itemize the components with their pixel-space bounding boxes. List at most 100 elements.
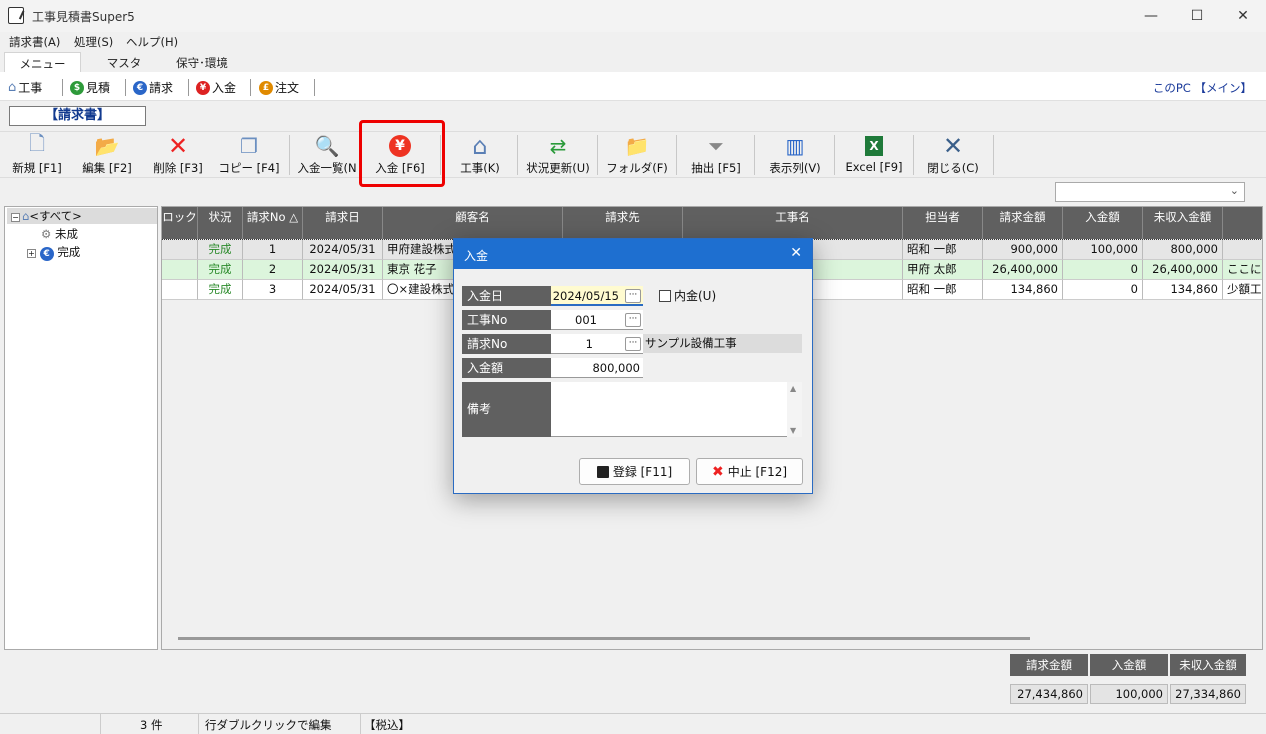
tab-master[interactable]: マスタ — [88, 52, 160, 72]
delete-x-icon: ✕ — [167, 132, 189, 160]
total-value: 100,000 — [1090, 684, 1168, 704]
menu-process[interactable]: 処理(S) — [74, 34, 113, 50]
tab-menu[interactable]: メニュー — [4, 52, 81, 72]
scroll-down-icon[interactable]: ▼ — [790, 426, 796, 435]
extract-button[interactable]: ⏷ 抽出 [F5] — [686, 132, 746, 178]
column-header[interactable]: 未収入金額 — [1143, 207, 1223, 239]
button-label: フォルダ(F) — [606, 161, 668, 175]
register-button[interactable]: 登録 [F11] — [579, 458, 690, 485]
shortcut-bar: ⌂ 工事 $ 見積 € 請求 ¥ 入金 £ 注文 このPC 【メイン】 — [0, 72, 1266, 101]
chevron-down-icon: ⌄ — [1229, 184, 1239, 197]
memo-field[interactable] — [551, 382, 802, 437]
copy-button[interactable]: ❐ コピー [F4] — [216, 132, 282, 178]
collapse-icon[interactable]: − — [11, 213, 20, 222]
dialog-close-button[interactable]: ✕ — [790, 245, 802, 261]
tab-maintenance[interactable]: 保守･環境 — [166, 52, 238, 72]
table-cell: 2 — [243, 260, 303, 280]
table-cell: 3 — [243, 280, 303, 300]
maximize-button[interactable]: ☐ — [1174, 0, 1220, 32]
table-cell: 0 — [1063, 280, 1143, 300]
table-cell — [1223, 240, 1262, 260]
dialog-title: 入金 — [464, 249, 489, 263]
shortcut-seikyu[interactable]: € 請求 — [133, 79, 173, 96]
grid-header: ロック 状況 請求No △ 請求日 顧客名 請求先 工事名 担当者 請求金額 入金額 未収入金額 — [162, 207, 1262, 239]
table-cell: 昭和 一郎 — [903, 280, 983, 300]
total-header: 請求金額 — [1010, 654, 1088, 676]
cancel-button[interactable]: ✖ 中止 [F12] — [696, 458, 803, 485]
inner-payment-checkbox[interactable]: 内金(U) — [659, 287, 716, 304]
funnel-icon: ⏷ — [708, 134, 724, 158]
delete-button[interactable]: ✕ 削除 [F3] — [148, 132, 208, 178]
column-header[interactable] — [1223, 207, 1262, 239]
menu-invoice[interactable]: 請求書(A) — [9, 34, 60, 50]
table-cell — [162, 240, 198, 260]
filter-combo[interactable]: ⌄ — [1055, 182, 1245, 202]
button-label: 閉じる(C) — [927, 161, 979, 175]
payment-list-button[interactable]: 🔍 入金一覧(N — [294, 132, 360, 178]
table-cell: 800,000 — [1143, 240, 1223, 260]
button-label: 工事(K) — [460, 161, 500, 175]
column-header[interactable]: 担当者 — [903, 207, 983, 239]
pound-icon: £ — [259, 80, 273, 95]
tree-item-kansei[interactable]: + € 完成 — [27, 244, 80, 261]
ribbon-tabs: メニュー マスタ 保守･環境 — [0, 50, 1266, 72]
column-header[interactable]: 顧客名 — [383, 207, 563, 239]
close-button[interactable]: ✕ 閉じる(C) — [922, 132, 984, 178]
dialog-titlebar: 入金 ✕ — [454, 239, 812, 269]
column-header[interactable]: 請求No △ — [243, 207, 303, 239]
yen-icon: ¥ — [196, 80, 210, 95]
date-picker-button[interactable]: ··· — [625, 289, 641, 303]
column-header[interactable]: 工事名 — [683, 207, 903, 239]
kouji-button[interactable]: ⌂ 工事(K) — [452, 132, 508, 178]
tree-item-label: 未成 — [54, 227, 78, 241]
shortcut-chumon[interactable]: £ 注文 — [259, 79, 299, 96]
table-cell: 甲府 太郎 — [903, 260, 983, 280]
seikyu-no-label: 請求No — [462, 334, 551, 354]
button-label: 編集 [F2] — [82, 161, 132, 175]
amount-field[interactable]: 800,000 — [551, 358, 643, 378]
totals-panel: 請求金額 入金額 未収入金額 27,434,860 100,000 27,334… — [1010, 654, 1246, 704]
new-button[interactable]: 🗋 新規 [F1] — [8, 131, 66, 178]
table-cell: 完成 — [198, 260, 243, 280]
column-header[interactable]: 請求金額 — [983, 207, 1063, 239]
kouji-picker-button[interactable]: ··· — [625, 313, 641, 327]
column-header[interactable]: 請求先 — [563, 207, 683, 239]
column-header[interactable]: 入金額 — [1063, 207, 1143, 239]
date-label: 入金日 — [462, 286, 551, 306]
folder-button[interactable]: 📁 フォルダ(F) — [604, 132, 670, 178]
button-label: 削除 [F3] — [153, 161, 203, 175]
shortcut-kouji[interactable]: ⌂ 工事 — [8, 79, 42, 96]
status-update-button[interactable]: ⇄ 状況更新(U) — [524, 132, 592, 178]
title-bar: 工事見積書Super5 — ☐ ✕ — [0, 0, 1266, 32]
dollar-icon: $ — [70, 80, 84, 95]
tree-root[interactable]: − ⌂<すべて> — [7, 208, 157, 224]
column-header[interactable]: 状況 — [198, 207, 243, 239]
table-cell: 2024/05/31 — [303, 280, 383, 300]
excel-button[interactable]: X Excel [F9] — [842, 132, 906, 178]
euro-icon: € — [39, 247, 54, 261]
button-label: 入金一覧(N — [297, 161, 357, 175]
highlight-box — [359, 120, 445, 187]
kouji-no-label: 工事No — [462, 310, 551, 330]
horizontal-scrollbar[interactable] — [178, 637, 1030, 640]
table-cell: 完成 — [198, 240, 243, 260]
memo-scrollbar[interactable]: ▲ ▼ — [787, 382, 802, 437]
house-icon: ⌂ — [8, 80, 17, 95]
shortcut-mitsumori[interactable]: $ 見積 — [70, 79, 110, 96]
shortcut-nyukin[interactable]: ¥ 入金 — [196, 79, 236, 96]
tree-item-mikansei[interactable]: ⚙ 未成 — [41, 226, 78, 242]
seikyu-picker-button[interactable]: ··· — [625, 337, 641, 351]
category-tree: − ⌂<すべて> ⚙ 未成 + € 完成 — [4, 206, 158, 650]
columns-button[interactable]: ▥ 表示列(V) — [764, 132, 826, 178]
expand-icon[interactable]: + — [27, 249, 36, 258]
column-header[interactable]: ロック — [162, 207, 198, 239]
minimize-button[interactable]: — — [1128, 0, 1174, 32]
table-cell: 26,400,000 — [983, 260, 1063, 280]
column-header[interactable]: 請求日 — [303, 207, 383, 239]
close-window-button[interactable]: ✕ — [1220, 0, 1266, 32]
menu-help[interactable]: ヘルプ(H) — [126, 34, 178, 50]
checkbox-label: 内金(U) — [674, 289, 717, 303]
scroll-up-icon[interactable]: ▲ — [790, 384, 796, 393]
button-label: 抽出 [F5] — [691, 161, 741, 175]
edit-button[interactable]: 📂 編集 [F2] — [78, 132, 136, 178]
